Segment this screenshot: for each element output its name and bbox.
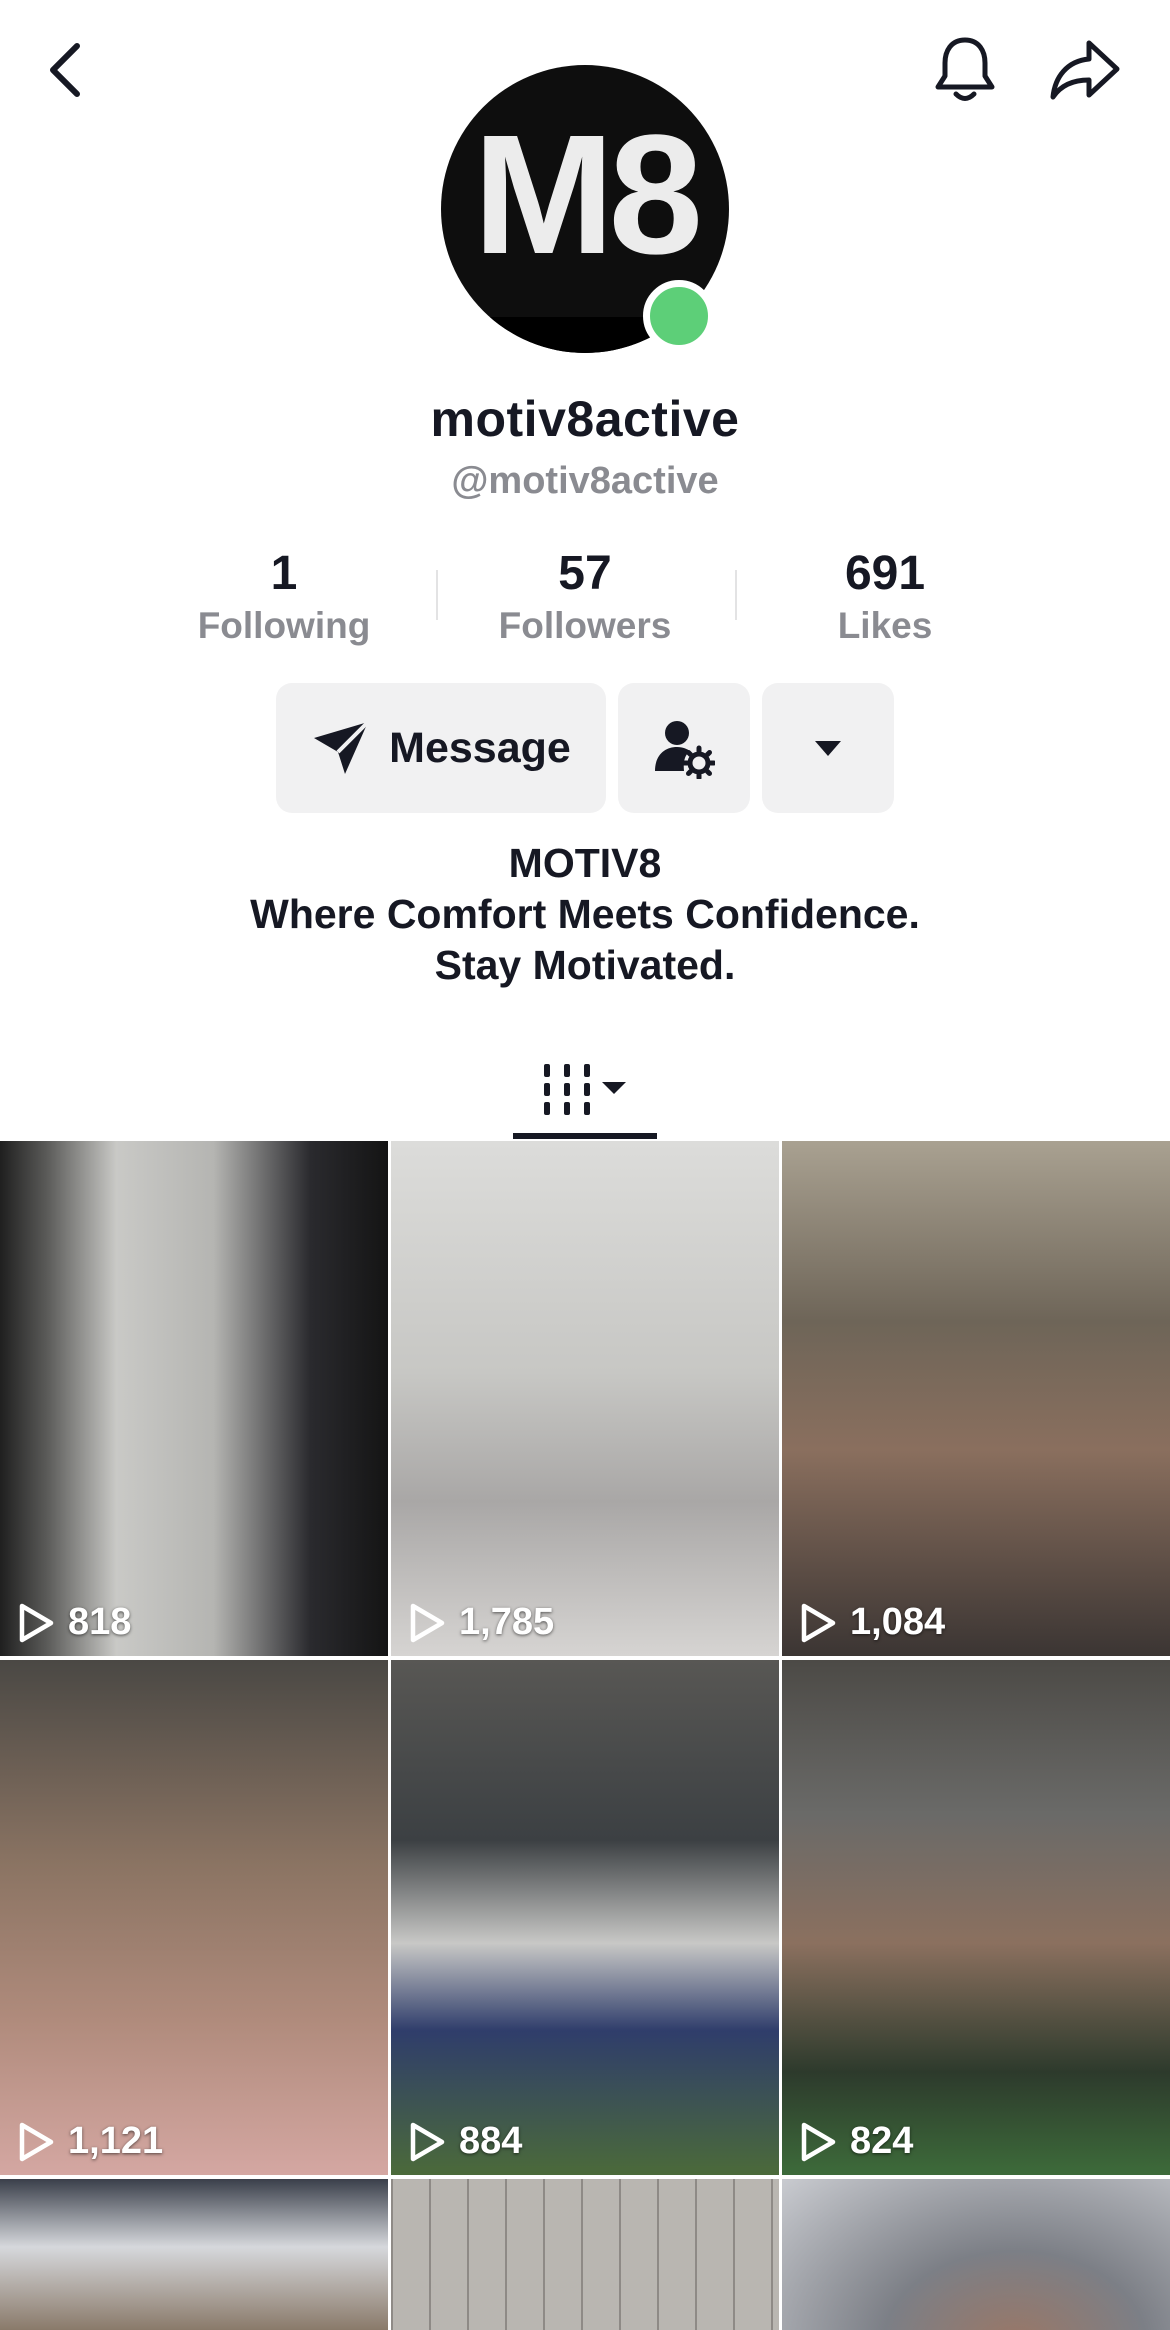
view-count: 1,121 <box>18 2120 163 2163</box>
video-thumbnail[interactable]: 884 <box>391 1660 779 2175</box>
stat-divider <box>735 570 737 620</box>
video-thumbnail[interactable] <box>782 2179 1170 2330</box>
video-thumbnail[interactable]: 824 <box>782 1660 1170 2175</box>
play-icon <box>801 1603 836 1642</box>
view-count: 1,785 <box>409 1601 554 1644</box>
following-stat[interactable]: 1 Following <box>154 545 414 647</box>
play-icon <box>410 2122 445 2161</box>
likes-stat[interactable]: 691 Likes <box>755 545 1015 647</box>
video-thumbnail[interactable] <box>391 2179 779 2330</box>
friend-settings-button[interactable] <box>618 683 750 813</box>
chevron-left-icon <box>50 43 80 97</box>
followers-label: Followers <box>498 605 672 646</box>
bio-line: MOTIV8 <box>508 840 662 886</box>
more-options-button[interactable] <box>762 683 894 813</box>
view-count: 818 <box>18 1601 131 1644</box>
notifications-button[interactable] <box>925 30 1005 110</box>
play-icon <box>19 2122 54 2161</box>
send-icon <box>314 720 370 774</box>
view-count: 824 <box>800 2120 913 2163</box>
followers-count: 57 <box>558 547 612 600</box>
tab-videos[interactable] <box>513 1040 657 1140</box>
view-count: 1,084 <box>800 1601 945 1644</box>
following-count: 1 <box>270 547 298 600</box>
followers-stat[interactable]: 57 Followers <box>455 545 715 647</box>
video-thumbnail[interactable]: 1,785 <box>391 1141 779 1656</box>
caret-down-icon <box>815 741 841 756</box>
bell-icon <box>935 37 995 101</box>
stat-divider <box>436 570 438 620</box>
play-icon <box>19 1603 54 1642</box>
active-tab-indicator <box>513 1133 657 1139</box>
bio-line: Stay Motivated. <box>434 942 736 988</box>
video-thumbnail[interactable]: 818 <box>0 1141 388 1656</box>
play-icon <box>410 1603 445 1642</box>
share-button[interactable] <box>1045 30 1125 110</box>
share-arrow-icon <box>1050 40 1120 100</box>
video-thumbnail[interactable]: 1,121 <box>0 1660 388 2175</box>
likes-label: Likes <box>837 605 933 646</box>
message-label: Message <box>389 723 571 772</box>
play-icon <box>801 2122 836 2161</box>
likes-count: 691 <box>844 547 926 600</box>
following-label: Following <box>197 605 371 646</box>
person-settings-icon <box>655 721 715 779</box>
online-status-dot <box>643 280 715 352</box>
display-name: motiv8active <box>430 391 740 447</box>
back-button[interactable] <box>30 30 100 110</box>
username: @motiv8active <box>451 460 719 502</box>
bio-line: Where Comfort Meets Confidence. <box>250 891 920 937</box>
view-count: 884 <box>409 2120 522 2163</box>
video-thumbnail[interactable] <box>0 2179 388 2330</box>
video-thumbnail[interactable]: 1,084 <box>782 1141 1170 1656</box>
grid-icon <box>544 1064 626 1115</box>
svg-text:M8: M8 <box>473 100 699 290</box>
message-button[interactable]: Message <box>276 683 606 813</box>
